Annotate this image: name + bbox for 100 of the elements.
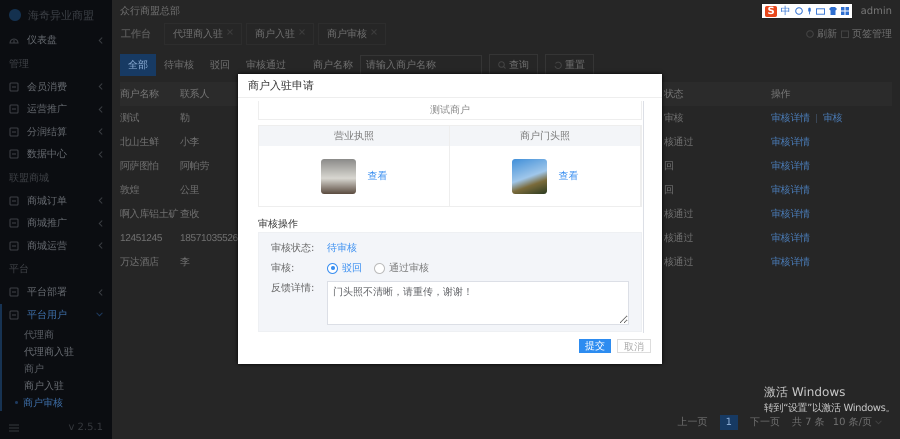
sidebar-item[interactable]: 运营推广 [0, 98, 112, 120]
photo-placeholder[interactable] [320, 158, 356, 194]
merchant-name-text: 测试商户 [430, 104, 470, 117]
review-section-title: 审核操作 [258, 218, 299, 231]
table-cell-text: 小李 [180, 136, 200, 149]
sidebar-subheader: 代理商 [23, 328, 55, 342]
page-button[interactable]: 1 [720, 414, 738, 430]
table-cell-text: 阿萨图怕 [120, 160, 160, 173]
search-icon [498, 61, 506, 69]
sidebar-item[interactable]: 仪表盘 [0, 29, 112, 52]
square-icon [9, 196, 19, 206]
square-icon [9, 149, 19, 160]
grid-icon[interactable] [840, 7, 849, 15]
page-size-select[interactable]: 10 条/页 [832, 415, 882, 429]
reset-button[interactable]: 重置 [545, 54, 594, 76]
logo-icon [8, 8, 22, 22]
refresh-button[interactable]: 刷新 [806, 27, 837, 41]
sidebar-item[interactable]: 平台部署 [0, 281, 112, 304]
table-cell-text: 核通过 [664, 232, 694, 245]
table-cell-text: 李 [180, 256, 191, 269]
sidebar-item[interactable]: 会员消费 [0, 76, 112, 98]
chevron-left-icon [98, 288, 103, 296]
table-cell: 18571035526 [180, 232, 238, 244]
next-page-button[interactable]: 下一页 [746, 413, 784, 431]
action-link[interactable]: 审核详情 [771, 207, 810, 221]
status-filter-tab[interactable]: 审核通过 [238, 54, 294, 76]
chevron-left-icon [98, 150, 103, 158]
field-label: 审核: [271, 262, 296, 275]
merchant-name-field[interactable]: 请输入商户名称 [360, 55, 482, 75]
review-status-text: 待审核 [327, 242, 357, 255]
status-filter-tab[interactable]: 全部 [120, 54, 156, 76]
table-cell-text: 核通过 [664, 208, 694, 221]
prev-page-button[interactable]: 上一页 [674, 413, 712, 431]
organization-title: 众行商盟总部 [120, 4, 181, 18]
chevron-down-icon [96, 312, 103, 318]
table-cell-text: 12451245 [120, 232, 164, 244]
tab-manage-button[interactable]: 页签管理 [841, 27, 892, 41]
sidebar-item[interactable]: 商城运营 [0, 234, 112, 257]
cancel-button[interactable]: 取消 [617, 339, 651, 353]
sidebar-subheader: 商户 [23, 362, 45, 376]
radio-option[interactable]: 驳回 [327, 261, 362, 275]
table-cell-text: 核通过 [664, 136, 694, 149]
action-link[interactable]: 审核详情 [771, 111, 810, 125]
status-filter-tab[interactable]: 待审核 [156, 54, 202, 76]
view-link[interactable]: 查看 [558, 169, 578, 183]
page-tab[interactable]: 商户审核 [318, 23, 386, 45]
column-header: 状态 [664, 88, 684, 101]
table-cell-text: 核通过 [664, 256, 694, 269]
page-tab[interactable]: 商户入驻 [246, 23, 314, 45]
chevron-left-icon [98, 242, 103, 250]
action-link[interactable]: 审核详情 [771, 135, 810, 149]
chevron-left-icon [98, 36, 103, 44]
search-button[interactable]: 查询 [489, 54, 538, 76]
window-icon [841, 30, 849, 38]
table-cell-text: 万达酒店 [120, 256, 160, 269]
square-icon [9, 310, 19, 320]
shirt-icon[interactable] [828, 7, 837, 15]
sidebar-item[interactable]: 商城推广 [0, 212, 112, 234]
table-cell-text: 阿帕劳 [180, 160, 210, 173]
sidebar-item[interactable]: 商城订单 [0, 190, 112, 212]
table-cell-text: 查收 [180, 208, 200, 221]
sidebar-item[interactable]: 分润结算 [0, 120, 112, 143]
sidebar-item[interactable]: 数据中心 [0, 143, 112, 166]
column-header: 操作 [770, 88, 792, 101]
microphone-icon[interactable] [806, 7, 812, 15]
table-cell-text: 勒 [180, 112, 191, 125]
feedback-field[interactable]: 门头照不清晰，请重传，谢谢！ [327, 281, 629, 325]
total-count: 共 7 条 [792, 416, 825, 429]
chevron-left-icon [98, 197, 103, 204]
dialog-title: 商户入驻申请 [248, 78, 314, 93]
chevron-left-icon [98, 220, 103, 227]
column-header: 联系人 [180, 88, 210, 101]
sidebar-subitem[interactable]: 商户审核 [2, 394, 112, 411]
radio-option[interactable]: 通过审核 [374, 261, 429, 275]
square-icon [9, 82, 19, 92]
sidebar-item[interactable]: 平台用户 [2, 304, 112, 326]
keyboard-icon[interactable] [816, 8, 825, 14]
field-label: 反馈详情: [271, 282, 316, 295]
ime-mode-toggle[interactable]: 中 [780, 4, 791, 18]
action-link[interactable]: 审核 [822, 111, 842, 125]
ime-logo[interactable]: S [765, 6, 777, 16]
refresh-icon [806, 30, 814, 38]
photo-placeholder[interactable] [512, 158, 546, 194]
submit-button[interactable]: 提交 [579, 339, 611, 353]
table-cell-text: 啊入库铝土矿 [120, 208, 180, 221]
table-cell-text: 回 [664, 184, 675, 197]
action-link[interactable]: 审核详情 [771, 183, 810, 197]
user-menu[interactable]: admin [860, 6, 892, 16]
page-tab[interactable]: 代理商入驻 [164, 23, 242, 45]
table-cell-text: 敦煌 [120, 184, 140, 197]
action-link[interactable]: 审核详情 [771, 255, 810, 269]
table-cell-text: 北山生鲜 [120, 136, 160, 149]
action-link[interactable]: 审核详情 [771, 159, 810, 173]
status-filter-tab[interactable]: 驳回 [202, 54, 238, 76]
action-link[interactable]: 审核详情 [771, 231, 810, 245]
square-icon [9, 287, 19, 298]
view-link[interactable]: 查看 [368, 169, 388, 183]
sidebar-subitem[interactable]: 代理商入驻 [2, 343, 112, 360]
sidebar-subitem[interactable]: 商户入驻 [2, 377, 112, 394]
merchant-name-label: 商户名称 [313, 58, 353, 72]
